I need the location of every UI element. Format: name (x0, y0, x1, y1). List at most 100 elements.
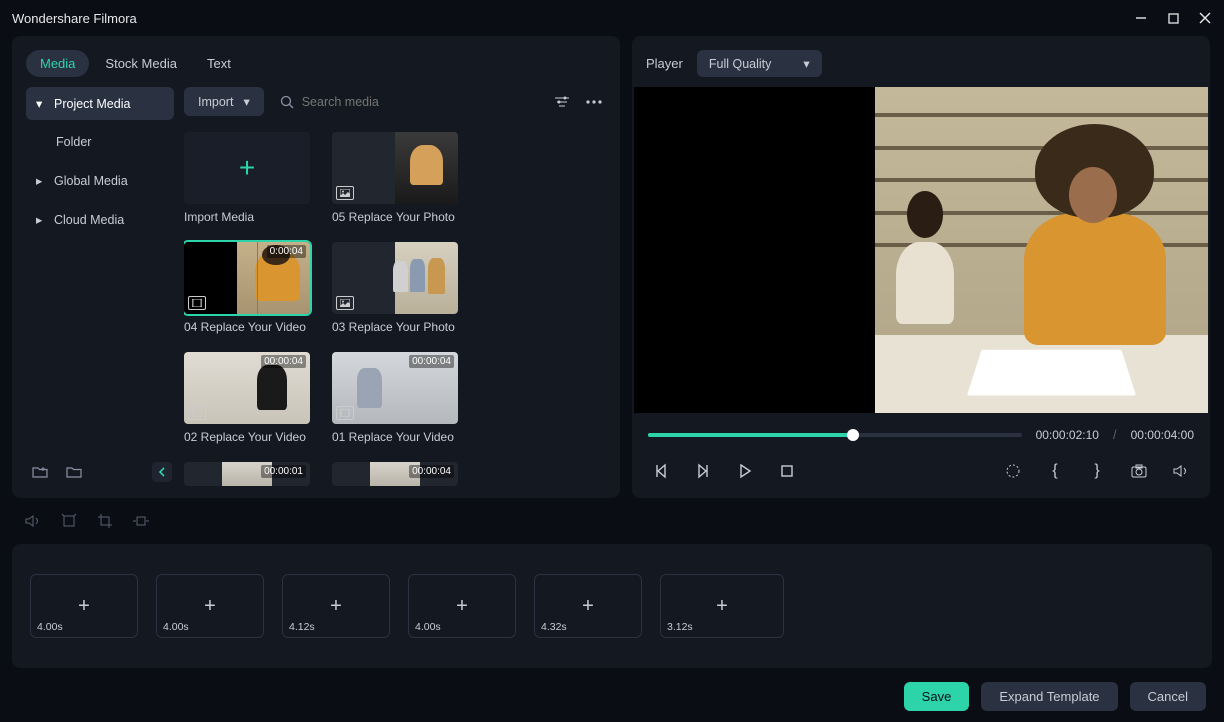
total-time: 00:00:04:00 (1131, 428, 1194, 442)
media-item[interactable]: 00:00:04 (332, 462, 466, 486)
duration-badge: 00:00:04 (261, 355, 306, 368)
current-time: 00:00:02:10 (1036, 428, 1099, 442)
color-button[interactable] (998, 456, 1028, 486)
media-label: 01 Replace Your Video (332, 430, 466, 444)
media-item[interactable]: 05 Replace Your Photo (332, 132, 466, 224)
plus-icon: + (204, 595, 216, 618)
slot-duration: 4.00s (163, 621, 189, 633)
sidebar-item-cloud-media[interactable]: ▸ Cloud Media (26, 203, 174, 236)
search-input[interactable] (302, 95, 534, 109)
mark-out-button[interactable]: } (1082, 456, 1112, 486)
new-folder-icon[interactable] (28, 460, 52, 484)
plus-icon: + (239, 152, 255, 184)
expand-template-button[interactable]: Expand Template (981, 682, 1117, 711)
close-button[interactable] (1198, 11, 1212, 25)
folder-icon[interactable] (62, 460, 86, 484)
prev-frame-button[interactable] (646, 456, 676, 486)
slot-duration: 4.32s (541, 621, 567, 633)
save-button[interactable]: Save (904, 682, 970, 711)
mark-in-button[interactable]: { (1040, 456, 1070, 486)
chevron-right-icon: ▸ (36, 212, 46, 227)
more-icon[interactable] (582, 90, 606, 114)
volume-button[interactable] (1166, 456, 1196, 486)
audio-icon[interactable] (22, 510, 44, 532)
cancel-button[interactable]: Cancel (1130, 682, 1206, 711)
plus-icon: + (78, 595, 90, 618)
filter-icon[interactable] (550, 90, 574, 114)
timeline-slot[interactable]: +4.00s (156, 574, 264, 638)
sidebar-item-global-media[interactable]: ▸ Global Media (26, 164, 174, 197)
image-icon (336, 186, 354, 200)
snapshot-button[interactable] (1124, 456, 1154, 486)
player-label: Player (646, 56, 683, 71)
rotate-icon[interactable] (58, 510, 80, 532)
preview-viewport[interactable] (634, 87, 1208, 413)
timeline-slot[interactable]: +4.12s (282, 574, 390, 638)
import-media-card[interactable]: + Import Media (184, 132, 318, 224)
import-label: Import (198, 95, 233, 109)
timeline-slot[interactable]: +4.32s (534, 574, 642, 638)
progress-bar[interactable] (648, 433, 1022, 437)
media-item[interactable]: 00:00:04 01 Replace Your Video (332, 352, 466, 444)
chevron-down-icon: ▾ (36, 96, 46, 111)
duration-badge: 00:00:04 (409, 465, 454, 478)
video-icon (188, 406, 206, 420)
sidebar-item-folder[interactable]: Folder (26, 126, 174, 158)
sidebar-label: Cloud Media (54, 213, 124, 227)
import-button[interactable]: Import ▾ (184, 87, 264, 116)
media-label: 04 Replace Your Video (184, 320, 318, 334)
video-icon (188, 296, 206, 310)
timeline-tools (0, 498, 1224, 540)
stop-button[interactable] (772, 456, 802, 486)
slot-duration: 4.00s (37, 621, 63, 633)
media-item[interactable]: 0:00:04 04 Replace Your Video (184, 242, 318, 334)
collapse-sidebar-button[interactable] (152, 462, 172, 482)
sidebar-label: Folder (56, 135, 91, 149)
slot-duration: 3.12s (667, 621, 693, 633)
video-icon (336, 406, 354, 420)
chevron-down-icon: ▾ (243, 94, 249, 109)
timeline-slot[interactable]: +4.00s (408, 574, 516, 638)
timeline-slot[interactable]: +4.00s (30, 574, 138, 638)
media-item[interactable]: 03 Replace Your Photo (332, 242, 466, 334)
next-frame-button[interactable] (688, 456, 718, 486)
slot-duration: 4.00s (415, 621, 441, 633)
chevron-right-icon: ▸ (36, 173, 46, 188)
time-separator: / (1113, 427, 1117, 442)
media-sidebar: ▾ Project Media Folder ▸ Global Media ▸ … (26, 87, 174, 486)
media-item[interactable]: 00:00:01 (184, 462, 318, 486)
plus-icon: + (582, 595, 594, 618)
chevron-down-icon: ▾ (803, 56, 809, 71)
sidebar-label: Global Media (54, 174, 128, 188)
media-label: Import Media (184, 210, 318, 224)
minimize-button[interactable] (1134, 11, 1148, 25)
quality-select[interactable]: Full Quality ▾ (697, 50, 822, 77)
sidebar-label: Project Media (54, 97, 130, 111)
fit-icon[interactable] (130, 510, 152, 532)
sidebar-item-project-media[interactable]: ▾ Project Media (26, 87, 174, 120)
slot-duration: 4.12s (289, 621, 315, 633)
duration-badge: 0:00:04 (267, 245, 306, 258)
progress-handle[interactable] (847, 429, 859, 441)
crop-icon[interactable] (94, 510, 116, 532)
search-icon (280, 95, 294, 109)
tab-media[interactable]: Media (26, 50, 89, 77)
duration-badge: 00:00:04 (409, 355, 454, 368)
tab-stock-media[interactable]: Stock Media (91, 50, 191, 77)
player-panel: Player Full Quality ▾ (632, 36, 1210, 498)
progress-fill (648, 433, 853, 437)
titlebar: Wondershare Filmora (0, 0, 1224, 36)
timeline-slot[interactable]: +3.12s (660, 574, 784, 638)
media-panel: Media Stock Media Text ▾ Project Media F… (12, 36, 620, 498)
quality-value: Full Quality (709, 57, 772, 71)
timeline-panel: +4.00s +4.00s +4.12s +4.00s +4.32s +3.12… (12, 544, 1212, 668)
play-button[interactable] (730, 456, 760, 486)
tab-text[interactable]: Text (193, 50, 245, 77)
media-label: 02 Replace Your Video (184, 430, 318, 444)
image-icon (336, 296, 354, 310)
maximize-button[interactable] (1166, 11, 1180, 25)
media-label: 03 Replace Your Photo (332, 320, 466, 334)
media-item[interactable]: 00:00:04 02 Replace Your Video (184, 352, 318, 444)
playhead-indicator (257, 242, 258, 314)
footer: Save Expand Template Cancel (0, 668, 1224, 711)
